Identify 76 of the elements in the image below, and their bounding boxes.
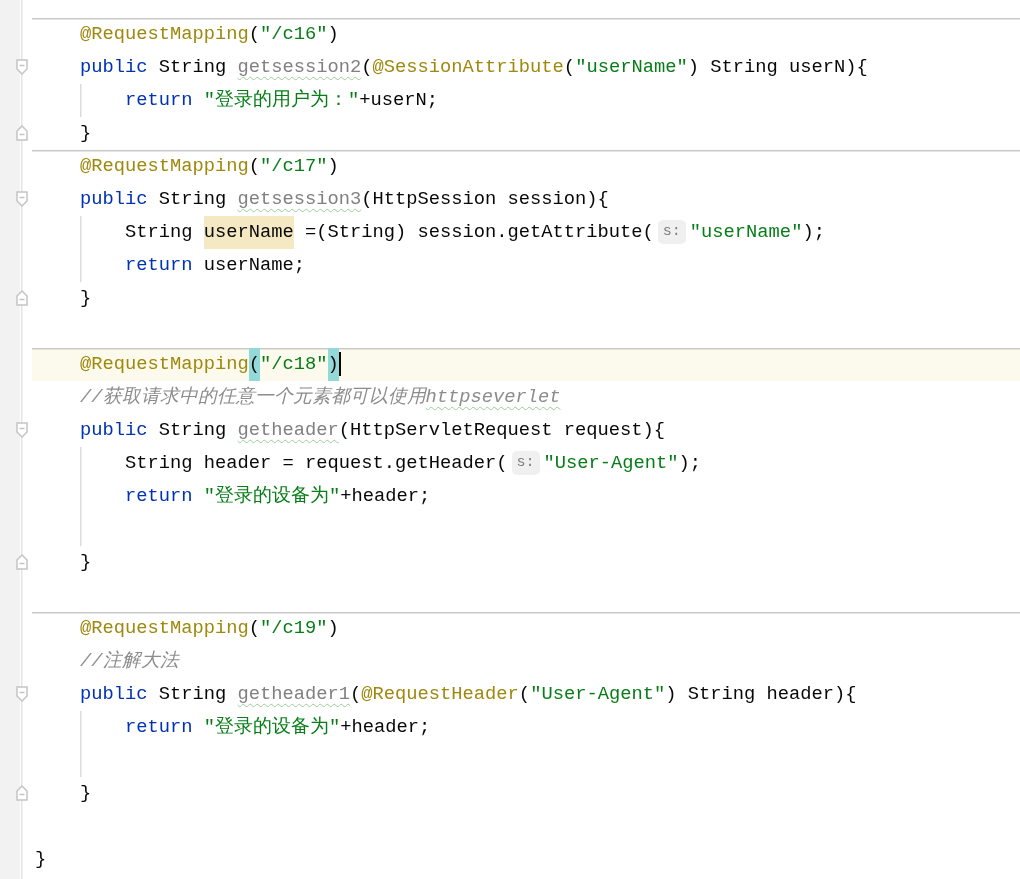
code-text: } [80,285,92,311]
matched-brace: ( [248,347,261,381]
code-text: ) String userN){ [687,54,868,80]
code-text: } [35,846,47,872]
keyword: return [125,87,193,113]
code-text: =(String) session.getAttribute( [304,219,654,245]
code-text: } [80,549,92,575]
fold-icon[interactable] [16,125,28,141]
code-comment: //注解大法 [80,648,179,674]
code-text: ) [327,153,339,179]
code-text: ); [802,219,825,245]
matched-brace: ) [327,347,339,381]
annotation: @RequestMapping [80,21,249,47]
string-literal: "/c18" [260,351,328,377]
method-name: getsession3 [237,186,362,212]
code-text: String header = request.getHeader( [125,450,508,476]
string-literal: "/c19" [260,615,328,641]
code-text: } [80,120,92,146]
keyword: return [125,252,193,278]
keyword: public [80,54,148,80]
annotation: @RequestHeader [361,681,519,707]
fold-icon[interactable] [16,290,28,306]
code-text: (HttpSession session){ [361,186,609,212]
fold-icon[interactable] [16,191,28,207]
code-text: ( [518,681,531,707]
annotation: @RequestMapping [80,153,249,179]
keyword: public [80,417,148,443]
code-text: ); [678,450,702,476]
method-name: getheader1 [237,681,351,707]
code-text: ( [563,54,576,80]
keyword: public [80,186,148,212]
code-text: ( [248,21,261,47]
code-text: (HttpServletRequest request){ [338,417,666,443]
code-text: String [125,219,194,245]
annotation: @SessionAttribute [372,54,564,80]
variable-name: userName [203,215,294,249]
parameter-hint: s: [657,220,686,244]
code-text: String [157,417,228,443]
string-literal: "登录的设备为" [202,483,341,509]
code-text: ) String header){ [665,681,857,707]
code-comment: //获取请求中的任意一个元素都可以使用 [80,384,426,410]
code-text: } [80,780,92,806]
string-literal: "userName" [575,54,688,80]
fold-icon[interactable] [16,422,28,438]
code-text: +userN; [359,87,439,113]
string-literal: "登录的设备为" [202,714,341,740]
code-text: String [157,186,228,212]
string-literal: "userName" [689,219,803,245]
code-text: ( [350,681,362,707]
code-text: String [157,54,228,80]
annotation: @RequestMapping [80,615,249,641]
parameter-hint: s: [511,451,540,475]
code-text: userName; [202,252,306,278]
method-name: getheader [237,417,339,443]
annotation: @RequestMapping [80,351,249,377]
fold-icon[interactable] [16,59,28,75]
code-text: ) [327,615,339,641]
fold-icon[interactable] [16,785,28,801]
code-text: +header; [340,483,431,509]
code-text: ( [248,615,261,641]
string-literal: "/c17" [260,153,328,179]
string-literal: "登录的用户为：" [202,87,360,113]
method-name: getsession2 [237,54,362,80]
keyword: public [80,681,148,707]
code-text: +header; [340,714,431,740]
keyword: return [125,714,193,740]
keyword: return [125,483,193,509]
fold-icon[interactable] [16,686,28,702]
code-text: ( [248,153,261,179]
code-text: ( [361,54,373,80]
code-text: String [157,681,228,707]
fold-icon[interactable] [16,554,28,570]
code-text: ) [327,21,339,47]
string-literal: "User-Agent" [543,450,679,476]
string-literal: "/c16" [260,21,328,47]
string-literal: "User-Agent" [530,681,666,707]
